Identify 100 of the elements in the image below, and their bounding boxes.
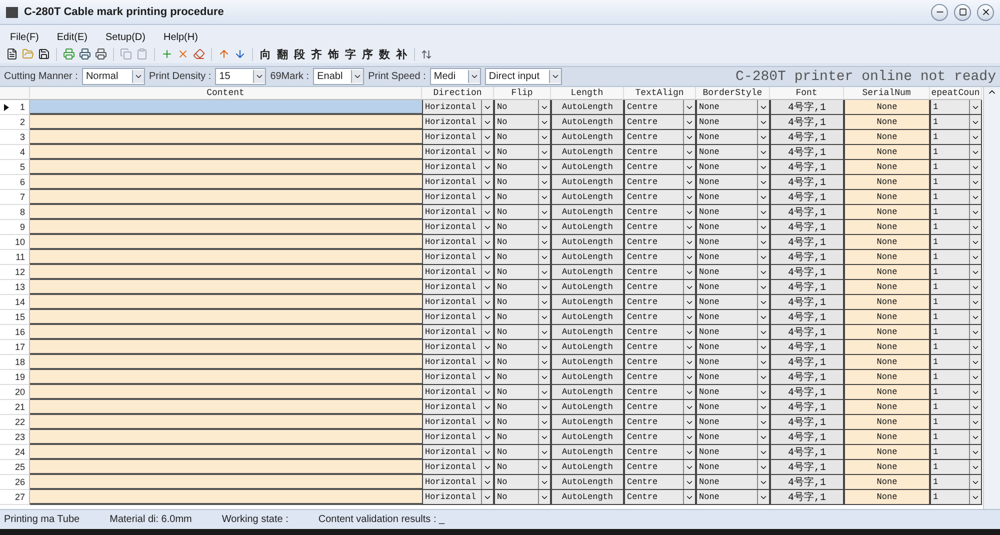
content-cell[interactable]	[30, 265, 422, 280]
direction-dropdown[interactable]: Horizontal	[422, 235, 494, 250]
direction-dropdown[interactable]: Horizontal	[422, 475, 494, 490]
content-cell[interactable]	[30, 280, 422, 295]
length-cell[interactable]: AutoLength	[551, 325, 624, 340]
direction-dropdown[interactable]: Horizontal	[422, 400, 494, 415]
row-header[interactable]: 19	[0, 370, 30, 385]
flip-dropdown[interactable]: No	[494, 340, 551, 355]
option-dropdown[interactable]: 15	[215, 68, 266, 85]
direction-dropdown[interactable]: Horizontal	[422, 355, 494, 370]
column-header[interactable]: Content	[30, 87, 422, 100]
length-cell[interactable]: AutoLength	[551, 265, 624, 280]
row-header[interactable]: 11	[0, 250, 30, 265]
font-cell[interactable]: 4号字,1	[770, 265, 844, 280]
border-style-dropdown[interactable]: None	[696, 130, 770, 145]
row-header[interactable]: 23	[0, 430, 30, 445]
text-align-dropdown[interactable]: Centre	[624, 475, 696, 490]
flip-dropdown[interactable]: No	[494, 430, 551, 445]
length-cell[interactable]: AutoLength	[551, 190, 624, 205]
repeat-count-dropdown[interactable]: 1	[930, 310, 982, 325]
direction-dropdown[interactable]: Horizontal	[422, 115, 494, 130]
font-cell[interactable]: 4号字,1	[770, 115, 844, 130]
serial-num-cell[interactable]: None	[844, 100, 930, 115]
minimize-button[interactable]	[931, 4, 948, 20]
text-align-dropdown[interactable]: Centre	[624, 400, 696, 415]
length-cell[interactable]: AutoLength	[551, 250, 624, 265]
length-cell[interactable]: AutoLength	[551, 490, 624, 505]
serial-num-cell[interactable]: None	[844, 295, 930, 310]
font-cell[interactable]: 4号字,1	[770, 430, 844, 445]
toolbar-button[interactable]: 段	[293, 46, 306, 62]
font-cell[interactable]: 4号字,1	[770, 190, 844, 205]
arrow-down-icon[interactable]	[234, 48, 246, 60]
eraser-icon[interactable]	[193, 48, 205, 60]
serial-num-cell[interactable]: None	[844, 460, 930, 475]
repeat-count-dropdown[interactable]: 1	[930, 445, 982, 460]
length-cell[interactable]: AutoLength	[551, 310, 624, 325]
length-cell[interactable]: AutoLength	[551, 340, 624, 355]
restore-button[interactable]	[954, 4, 971, 20]
menu-item[interactable]: File(F)	[10, 32, 39, 43]
add-icon[interactable]	[161, 48, 173, 60]
delete-icon[interactable]	[177, 48, 189, 60]
serial-num-cell[interactable]: None	[844, 130, 930, 145]
menu-item[interactable]: Setup(D)	[105, 32, 146, 43]
row-header[interactable]: 22	[0, 415, 30, 430]
content-cell[interactable]	[30, 220, 422, 235]
border-style-dropdown[interactable]: None	[696, 205, 770, 220]
content-cell[interactable]	[30, 130, 422, 145]
toolbar-button[interactable]: 翻	[276, 46, 289, 62]
text-align-dropdown[interactable]: Centre	[624, 100, 696, 115]
serial-num-cell[interactable]: None	[844, 355, 930, 370]
repeat-count-dropdown[interactable]: 1	[930, 220, 982, 235]
text-align-dropdown[interactable]: Centre	[624, 325, 696, 340]
content-cell[interactable]	[30, 355, 422, 370]
row-header[interactable]: 9	[0, 220, 30, 235]
text-align-dropdown[interactable]: Centre	[624, 415, 696, 430]
text-align-dropdown[interactable]: Centre	[624, 130, 696, 145]
length-cell[interactable]: AutoLength	[551, 430, 624, 445]
scrollbar[interactable]	[983, 87, 1000, 509]
row-header[interactable]: 18	[0, 355, 30, 370]
length-cell[interactable]: AutoLength	[551, 475, 624, 490]
font-cell[interactable]: 4号字,1	[770, 235, 844, 250]
sort-icon[interactable]	[421, 48, 432, 60]
length-cell[interactable]: AutoLength	[551, 385, 624, 400]
font-cell[interactable]: 4号字,1	[770, 340, 844, 355]
column-header[interactable]: Font	[770, 87, 844, 100]
repeat-count-dropdown[interactable]: 1	[930, 370, 982, 385]
row-header[interactable]: 6	[0, 175, 30, 190]
direction-dropdown[interactable]: Horizontal	[422, 145, 494, 160]
border-style-dropdown[interactable]: None	[696, 235, 770, 250]
text-align-dropdown[interactable]: Centre	[624, 145, 696, 160]
border-style-dropdown[interactable]: None	[696, 355, 770, 370]
length-cell[interactable]: AutoLength	[551, 130, 624, 145]
border-style-dropdown[interactable]: None	[696, 370, 770, 385]
serial-num-cell[interactable]: None	[844, 370, 930, 385]
text-align-dropdown[interactable]: Centre	[624, 340, 696, 355]
toolbar-button[interactable]: 补	[395, 46, 408, 62]
text-align-dropdown[interactable]: Centre	[624, 160, 696, 175]
content-cell[interactable]	[30, 340, 422, 355]
column-header[interactable]: TextAlign	[624, 87, 696, 100]
repeat-count-dropdown[interactable]: 1	[930, 100, 982, 115]
row-header[interactable]: 4	[0, 145, 30, 160]
serial-num-cell[interactable]: None	[844, 340, 930, 355]
serial-num-cell[interactable]: None	[844, 235, 930, 250]
repeat-count-dropdown[interactable]: 1	[930, 385, 982, 400]
content-cell[interactable]	[30, 250, 422, 265]
direction-dropdown[interactable]: Horizontal	[422, 205, 494, 220]
font-cell[interactable]: 4号字,1	[770, 370, 844, 385]
serial-num-cell[interactable]: None	[844, 250, 930, 265]
border-style-dropdown[interactable]: None	[696, 430, 770, 445]
direction-dropdown[interactable]: Horizontal	[422, 265, 494, 280]
row-header[interactable]: 20	[0, 385, 30, 400]
option-dropdown[interactable]: Enabl	[313, 68, 364, 85]
flip-dropdown[interactable]: No	[494, 475, 551, 490]
row-header[interactable]: 15	[0, 310, 30, 325]
border-style-dropdown[interactable]: None	[696, 385, 770, 400]
border-style-dropdown[interactable]: None	[696, 265, 770, 280]
content-cell[interactable]	[30, 145, 422, 160]
row-header[interactable]: 12	[0, 265, 30, 280]
row-header[interactable]: 8	[0, 205, 30, 220]
repeat-count-dropdown[interactable]: 1	[930, 235, 982, 250]
